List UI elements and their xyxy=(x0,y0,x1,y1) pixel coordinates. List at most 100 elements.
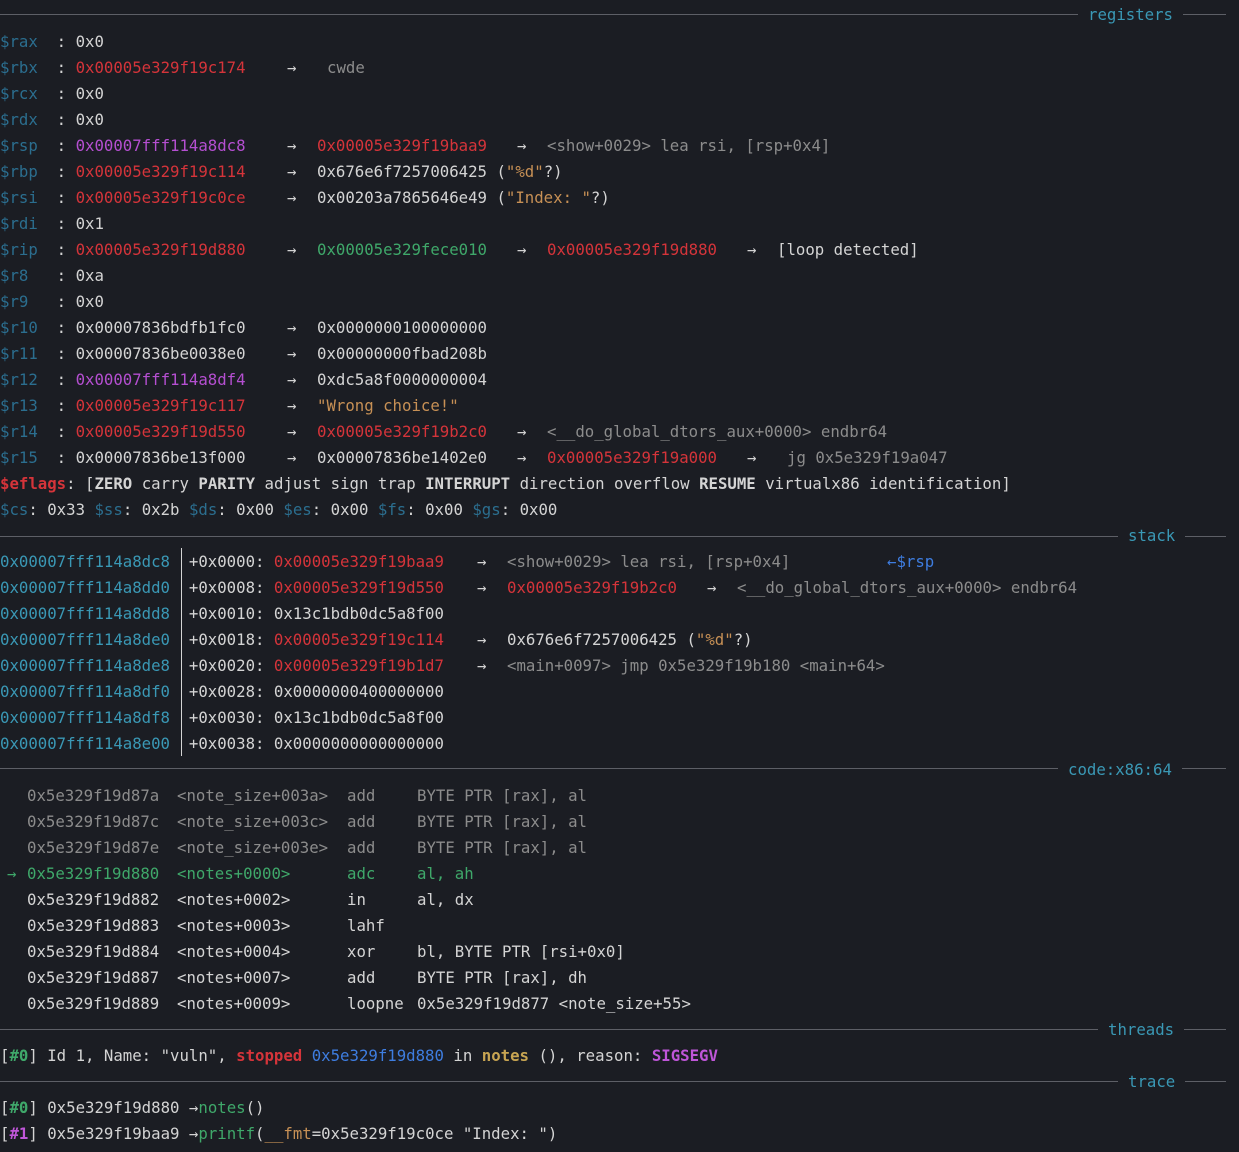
stack-value: 0x00005e329f19baa9 xyxy=(273,552,444,571)
register-colon: : xyxy=(28,266,76,285)
pointer-target: 0x676e6f7257006425 ("%d"?) xyxy=(317,162,563,181)
thread-in: in xyxy=(453,1046,473,1065)
code-line: 0x5e329f19d889 <notes+0009> loopne 0x5e329f… xyxy=(0,991,1200,1017)
code-operands: bl, BYTE PTR [rsi+0x0] xyxy=(417,942,625,961)
code-symbol: <notes+0004> xyxy=(177,942,291,961)
register-colon: : xyxy=(37,188,76,207)
trace-arg-name: __fmt xyxy=(264,1124,312,1143)
thread-reason-label: reason: xyxy=(576,1046,643,1065)
code-operands: BYTE PTR [rax], dh xyxy=(417,968,588,987)
code-symbol: <notes+0000> xyxy=(177,864,291,883)
eflag-carry: carry xyxy=(141,474,189,493)
code-symbol: <note_size+003a> xyxy=(177,786,329,805)
pointer-arrow: → xyxy=(747,240,757,259)
pointer-arrow: → xyxy=(287,318,297,337)
segment-name: $ds xyxy=(188,500,218,519)
stack-offset: +0x0008: xyxy=(188,578,265,597)
register-colon: : xyxy=(37,448,76,467)
code-line: 0x5e329f19d884 <notes+0004> xor bl, BYTE PT… xyxy=(0,939,1200,965)
register-value: 0x00007836be0038e0 xyxy=(75,344,246,363)
pointer-arrow: → xyxy=(477,630,487,649)
stack-value: 0x00005e329f19c114 xyxy=(273,630,444,649)
segment-name: $fs xyxy=(377,500,407,519)
register-colon: : xyxy=(37,214,76,233)
trace-address: 0x5e329f19d880 xyxy=(47,1098,180,1117)
pointer-arrow: → xyxy=(287,344,297,363)
stack-address: 0x00007fff114a8dd0 xyxy=(0,578,171,597)
pointer-target: 0x676e6f7257006425 ("%d"?) xyxy=(507,630,753,649)
code-symbol: <notes+0003> xyxy=(177,916,291,935)
register-value: 0x00007836be13f000 xyxy=(75,448,246,467)
register-name: $rip xyxy=(0,240,38,259)
register-row-rip: $rip : 0x00005e329f19d880 xyxy=(0,237,246,263)
stack-value: 0x13c1bdb0dc5a8f00 xyxy=(273,604,444,623)
thread-function: notes xyxy=(481,1046,529,1065)
register-name: $r10 xyxy=(0,318,38,337)
register-value: 0x00007836bdfb1fc0 xyxy=(75,318,246,337)
stack-row: 0x00007fff114a8df0 +0x0028: 0x0000000400… xyxy=(0,679,444,705)
pointer-target: 0x00000000fbad208b xyxy=(317,344,488,363)
register-colon: : xyxy=(37,58,76,77)
segment-value: 0x2b xyxy=(141,500,180,519)
pointer-arrow: → xyxy=(707,578,717,597)
pointer-arrow: → xyxy=(287,422,297,441)
register-colon: : xyxy=(37,318,76,337)
pointer-target: 0xdc5a8f0000000004 xyxy=(317,370,488,389)
pointer-target: <__do_global_dtors_aux+0000> endbr64 xyxy=(547,422,888,441)
pointer-arrow: → xyxy=(477,656,487,675)
register-colon: : xyxy=(37,344,76,363)
register-row-r8: $r8 : 0xa xyxy=(0,263,104,289)
pointer-target: 0x00005e329f19b2c0 xyxy=(507,578,678,597)
stack-value: 0x13c1bdb0dc5a8f00 xyxy=(273,708,444,727)
trace-arrow: → xyxy=(188,1098,199,1117)
eflag-adjust: adjust xyxy=(264,474,322,493)
stack-value: 0x00005e329f19b1d7 xyxy=(273,656,444,675)
code-address: 0x5e329f19d87c xyxy=(27,812,160,831)
pointer-target: <main+0097> jmp 0x5e329f19b180 <main+64> xyxy=(507,656,885,675)
stack-offset: +0x0030: xyxy=(188,708,265,727)
pointer-arrow: → xyxy=(287,396,297,415)
register-name: $r11 xyxy=(0,344,38,363)
code-address: 0x5e329f19d884 xyxy=(27,942,160,961)
segment-name: $gs xyxy=(472,500,501,519)
register-row-r9: $r9 : 0x0 xyxy=(0,289,104,315)
stack-row: 0x00007fff114a8df8 +0x0030: 0x13c1bdb0dc… xyxy=(0,705,444,731)
eflag-zero: ZERO xyxy=(94,474,133,493)
code-operands: BYTE PTR [rax], al xyxy=(417,786,588,805)
eflag-overflow: overflow xyxy=(614,474,690,493)
stack-row: 0x00007fff114a8e00 +0x0038: 0x0000000000… xyxy=(0,731,444,757)
code-operands: 0x5e329f19d877 <note_size+55> xyxy=(417,994,691,1013)
segment-value: 0x00 xyxy=(425,500,463,519)
code-line-current: → 0x5e329f19d880 <notes+0000> adc al, ah xyxy=(0,861,1200,887)
pointer-target: 0x00203a7865646e49 ("Index: "?) xyxy=(317,188,610,207)
trace-index: #0 xyxy=(9,1098,29,1117)
register-name: $r9 xyxy=(0,292,29,311)
pointer-arrow: → xyxy=(287,448,297,467)
stack-value: 0x0000000400000000 xyxy=(273,682,444,701)
rsp-marker: ←$rsp xyxy=(887,552,935,571)
pointer-target: 0x00005e329f19b2c0 xyxy=(317,422,488,441)
register-colon: : xyxy=(37,136,76,155)
code-mnemonic: add xyxy=(347,812,376,831)
segment-value: 0x00 xyxy=(236,500,274,519)
register-row-rcx: $rcx : 0x0 xyxy=(0,81,104,107)
register-name: $r13 xyxy=(0,396,38,415)
trace-frame-1: [#1] 0x5e329f19baa9 →printf(__fmt=0x5e32… xyxy=(0,1124,558,1143)
eflags-row: $eflags: [ZERO carry PARITY adjust sign … xyxy=(0,474,1011,493)
pointer-arrow: → xyxy=(287,136,297,155)
eflag-trap: trap xyxy=(377,474,416,493)
stack-row: 0x00007fff114a8dd0 +0x0008: 0x00005e329f… xyxy=(0,575,444,601)
stack-offset: +0x0018: xyxy=(188,630,265,649)
register-row-rbx: $rbx : 0x00005e329f19c174 xyxy=(0,55,246,81)
register-row-r10: $r10 : 0x00007836bdfb1fc0 xyxy=(0,315,246,341)
trace-args-rest: =0x5e329f19c0ce "Index: ") xyxy=(311,1124,558,1143)
trace-address: 0x5e329f19baa9 xyxy=(47,1124,180,1143)
register-name: $rbp xyxy=(0,162,38,181)
code-line: 0x5e329f19d883 <notes+0003> lahf xyxy=(0,913,1200,939)
string-literal: "%d" xyxy=(695,630,734,649)
register-colon: : xyxy=(37,84,76,103)
pointer-target: 0x00005e329f19baa9 xyxy=(317,136,488,155)
register-value: 0x00005e329f19c174 xyxy=(75,58,246,77)
code-section-title: code:x86:64 xyxy=(1058,759,1182,781)
pointer-arrow: → xyxy=(517,448,527,467)
